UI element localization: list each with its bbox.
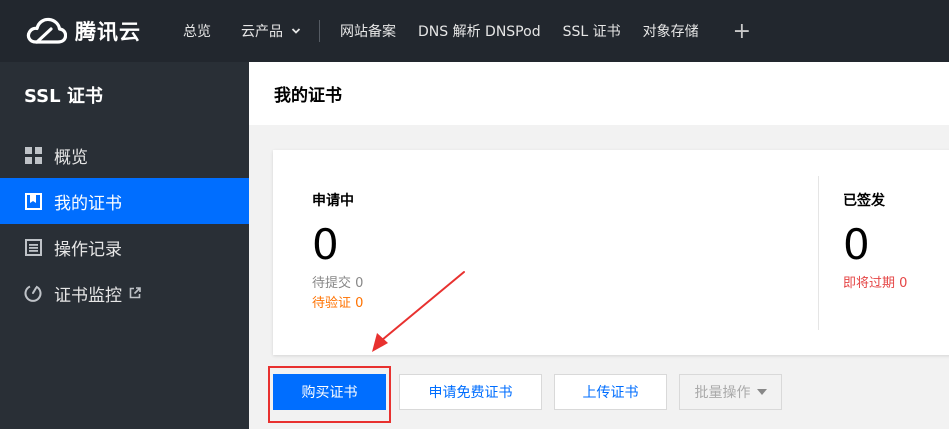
sidebar-item-operation-log[interactable]: 操作记录: [0, 224, 249, 270]
external-link-icon: [129, 287, 141, 299]
nav-overview[interactable]: 总览: [183, 21, 211, 41]
sidebar-item-overview[interactable]: 概览: [0, 132, 249, 178]
top-nav: 总览 云产品 网站备案 DNS 解析 DNSPod SSL 证书 对象存储 +: [183, 0, 751, 62]
list-icon: [24, 238, 42, 256]
apply-free-certificate-button[interactable]: 申请免费证书: [399, 374, 542, 410]
top-nav-bar: 腾讯云 总览 云产品 网站备案 DNS 解析 DNSPod SSL 证书 对象存…: [0, 0, 949, 62]
grid-icon: [24, 146, 42, 164]
stat-applying: 申请中 0 待提交 0 待验证 0: [312, 190, 363, 312]
stat-issued-label: 已签发: [843, 193, 885, 209]
nav-cloud-products[interactable]: 云产品: [241, 21, 301, 41]
stat-issued: 已签发 0 即将过期 0: [843, 190, 907, 292]
stat-applying-count[interactable]: 0: [312, 222, 363, 268]
sidebar-item-cert-monitor[interactable]: 证书监控: [0, 270, 249, 316]
nav-cos[interactable]: 对象存储: [643, 21, 699, 41]
batch-operation-button[interactable]: 批量操作: [679, 374, 782, 410]
brand-name: 腾讯云: [75, 20, 141, 44]
upload-certificate-button[interactable]: 上传证书: [554, 374, 667, 410]
sidebar-item-label: 概览: [54, 147, 88, 168]
nav-ssl[interactable]: SSL 证书: [563, 21, 621, 41]
sidebar-item-label: 证书监控: [54, 285, 122, 306]
sidebar-title: SSL 证书: [24, 86, 103, 107]
sidebar-item-label: 我的证书: [54, 193, 122, 214]
nav-cloud-products-label: 云产品: [241, 24, 283, 40]
stat-issued-count[interactable]: 0: [843, 222, 907, 268]
brand-logo[interactable]: 腾讯云: [25, 16, 183, 46]
monitor-gauge-icon: [24, 284, 42, 302]
stat-divider: [818, 176, 819, 330]
expiring-soon-count[interactable]: 即将过期 0: [843, 276, 907, 292]
sidebar: SSL 证书 概览 我的证书 操作记录 证书监控: [0, 62, 249, 429]
sidebar-item-label: 操作记录: [54, 239, 122, 260]
certificate-icon: [24, 192, 42, 210]
add-shortcut-icon[interactable]: +: [733, 19, 751, 44]
caret-down-icon: [756, 389, 767, 395]
pending-submit-count[interactable]: 待提交 0: [312, 276, 363, 292]
buy-certificate-button[interactable]: 购买证书: [273, 374, 386, 410]
nav-dns[interactable]: DNS 解析 DNSPod: [418, 21, 541, 41]
certificate-stats-card: 申请中 0 待提交 0 待验证 0 已签发 0 即将过期 0: [273, 150, 949, 355]
page-title: 我的证书: [274, 86, 342, 106]
sidebar-item-my-certificates[interactable]: 我的证书: [0, 178, 249, 224]
pending-verify-count[interactable]: 待验证 0: [312, 296, 363, 312]
stat-applying-label: 申请中: [312, 193, 354, 209]
chevron-down-icon: [291, 28, 301, 34]
cloud-logo-icon: [26, 17, 67, 44]
nav-divider: [319, 20, 320, 42]
batch-operation-label: 批量操作: [694, 385, 751, 401]
nav-icp-filing[interactable]: 网站备案: [340, 21, 396, 41]
page-header: 我的证书: [249, 62, 949, 125]
